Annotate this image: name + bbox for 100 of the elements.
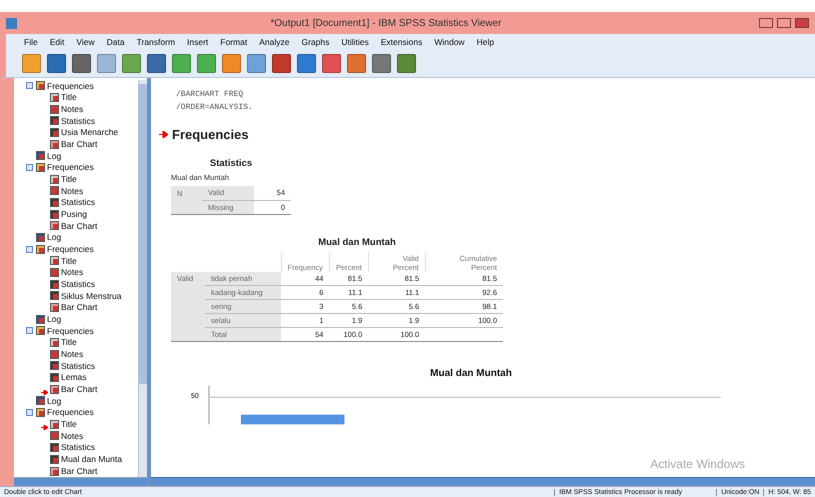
menu-item[interactable]: Help [470,37,500,47]
outline-item[interactable]: Title [61,338,77,347]
outline-item[interactable]: Frequencies [47,408,94,417]
outline-item[interactable]: Title [61,256,77,266]
outline-item[interactable]: Statistics [61,198,96,207]
log-icon [36,396,45,406]
notes-icon [50,268,59,278]
toolbar-tool-icon[interactable] [397,54,416,73]
toolbar-tool-icon[interactable] [222,54,241,73]
frequencies-icon [36,163,45,172]
collapse-toggle-icon[interactable] [26,409,33,416]
outline-item[interactable]: Pusing [61,210,87,218]
toolbar-tool-icon[interactable] [347,54,366,73]
outline-item[interactable]: Bar Chart [61,222,98,230]
menu-item[interactable]: Format [214,37,254,47]
log-icon [36,233,45,242]
collapse-toggle-icon[interactable] [26,164,33,172]
toolbar-tool-icon[interactable] [47,54,66,73]
syntax-line: /ORDER=ANALYSIS. [175,102,254,114]
collapse-toggle-icon[interactable] [26,246,33,253]
outline-item[interactable]: Frequencies [47,82,94,90]
toolbar-tool-icon[interactable] [172,54,191,73]
outline-item[interactable]: Log [47,396,62,406]
menu-item[interactable]: View [70,37,101,47]
menu-item[interactable]: Extensions [374,37,428,47]
vertical-scrollbar[interactable] [138,80,147,477]
toolbar-tool-icon[interactable] [72,54,91,73]
syntax-line: /BARCHART FREQ [175,89,244,101]
toolbar-tool-icon[interactable] [247,54,266,73]
toolbar-tool-icon[interactable] [97,54,116,73]
outline-item[interactable]: Bar Chart [61,385,98,394]
outline-item[interactable]: Bar Chart [61,303,98,312]
title-icon [50,420,59,429]
outline-item[interactable]: Lemas [61,373,87,382]
toolbar-tool-icon[interactable] [147,54,166,73]
arrow-icon [159,131,168,138]
horizontal-scrollbar[interactable] [14,477,147,486]
outline-item[interactable]: Log [47,152,62,160]
notes-icon [50,104,59,114]
outline-item[interactable]: Statistics [61,280,96,288]
outline-item[interactable]: Notes [61,432,84,440]
toolbar-tool-icon[interactable] [272,54,291,73]
outline-item[interactable]: Title [61,93,77,102]
collapse-toggle-icon[interactable] [26,327,33,334]
horizontal-scrollbar[interactable] [151,477,815,486]
activation-notice: Activate Windows [650,457,745,471]
outline-item[interactable]: Notes [61,104,84,114]
menu-item[interactable]: Graphs [295,37,336,47]
log-icon [36,314,45,324]
outline-item[interactable]: Notes [61,268,84,277]
chart-icon [50,140,59,149]
outline-item[interactable]: Mual dan Munta [61,455,122,464]
outline-item[interactable]: Log [47,233,62,242]
table-title: Mual dan Muntah [317,236,397,248]
chart-icon [50,466,59,476]
outline-item[interactable]: Frequencies [47,326,94,336]
window-title: *Output1 [Document1] - IBM SPSS Statistics Viewer [269,18,503,28]
toolbar-tool-icon[interactable] [22,54,41,73]
section-heading: Frequencies [172,127,249,142]
outline-item[interactable]: Notes [61,186,84,196]
title-icon [50,338,59,348]
outline-item[interactable]: Title [61,174,77,184]
menu-item[interactable]: Insert [181,37,214,47]
toolbar-tool-icon[interactable] [297,54,316,73]
outline-item[interactable]: Log [47,315,62,324]
outline-item[interactable]: Siklus Menstrua [61,292,122,300]
outline-item[interactable]: Statistics [61,116,96,126]
menu-item[interactable]: File [18,37,44,47]
menu-item[interactable]: Edit [44,37,70,47]
menu-item[interactable]: Utilities [335,37,375,47]
toolbar-tool-icon[interactable] [322,54,341,73]
menu-item[interactable]: Window [428,37,471,47]
outline-item[interactable]: Bar Chart [61,140,98,148]
menu-item[interactable]: Transform [130,37,182,47]
chart-icon [50,303,59,312]
toolbar-tool-icon[interactable] [197,54,216,73]
outline-item[interactable]: Title [61,420,77,429]
close-button[interactable] [795,18,809,28]
collapse-toggle-icon[interactable] [26,82,33,90]
frequencies-icon [36,81,45,90]
maximize-button[interactable] [777,18,791,28]
menu-item[interactable]: Data [100,37,131,47]
frequencies-icon [36,408,45,418]
chart-icon [50,221,59,230]
minimize-button[interactable] [759,18,773,28]
notes-icon [50,186,59,196]
outline-item[interactable]: Bar Chart [61,466,98,476]
outline-item[interactable]: Usia Menarche [61,128,118,137]
frequencies-icon [36,244,45,254]
notes-icon [50,350,59,359]
outline-item[interactable]: Statistics [61,443,96,452]
menu-item[interactable]: Analyze [253,37,296,47]
notes-icon [50,431,59,440]
outline-item[interactable]: Notes [61,350,84,359]
outline-item[interactable]: Frequencies [47,163,94,172]
outline-item[interactable]: Statistics [61,362,96,370]
log-icon [36,151,45,160]
toolbar-tool-icon[interactable] [122,54,141,73]
toolbar-tool-icon[interactable] [372,54,391,73]
outline-item[interactable]: Frequencies [47,244,94,254]
